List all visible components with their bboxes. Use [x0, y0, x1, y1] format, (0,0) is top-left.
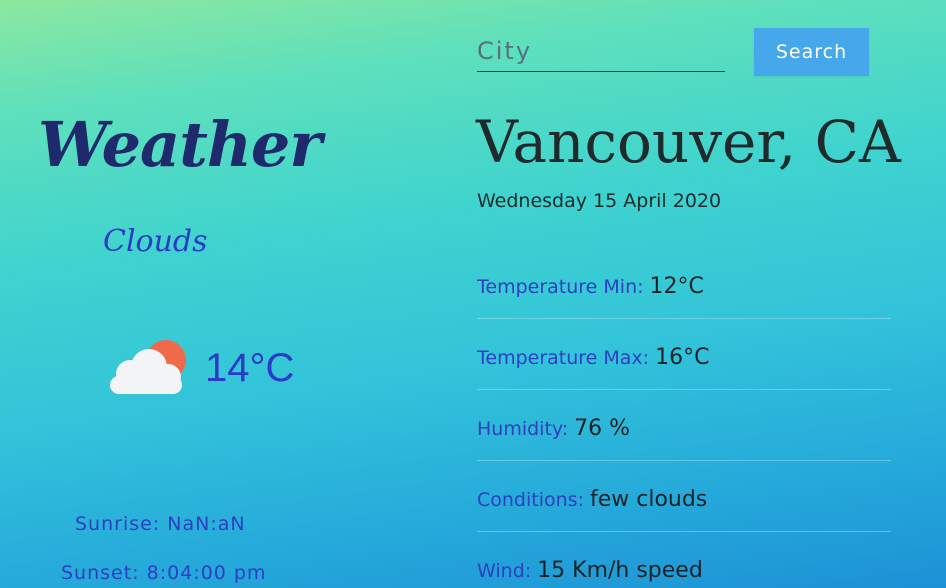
current-temperature: 14°C	[205, 346, 295, 390]
detail-value: 16°C	[655, 345, 710, 370]
detail-label: Wind:	[477, 560, 532, 582]
detail-row-wind: Wind: 15 Km/h speed	[477, 532, 891, 588]
main-condition: Clouds	[103, 224, 208, 259]
detail-value: 76 %	[574, 416, 631, 441]
sunrise-text: Sunrise: NaN:aN	[75, 513, 246, 535]
detail-row-conditions: Conditions: few clouds	[477, 461, 891, 532]
search-button[interactable]: Search	[754, 28, 869, 76]
detail-row-temp-max: Temperature Max: 16°C	[477, 319, 891, 390]
detail-label: Humidity:	[477, 418, 569, 440]
date-text: Wednesday 15 April 2020	[477, 190, 722, 212]
detail-label: Temperature Max:	[477, 347, 650, 369]
sunset-text: Sunset: 8:04:00 pm	[61, 562, 267, 584]
detail-label: Conditions:	[477, 489, 584, 511]
detail-value: 12°C	[649, 274, 704, 299]
partly-cloudy-icon	[110, 340, 186, 394]
detail-value: few clouds	[589, 487, 708, 512]
city-title: Vancouver, CA	[476, 108, 901, 176]
detail-value: 15 Km/h speed	[537, 558, 703, 583]
detail-label: Temperature Min:	[477, 276, 644, 298]
city-search-input[interactable]	[477, 30, 725, 72]
weather-details-list: Temperature Min: 12°C Temperature Max: 16°…	[477, 248, 891, 588]
app-logo: Weather	[38, 108, 322, 181]
summary-panel: Weather Clouds 14°C Sunrise: NaN:aN Suns…	[0, 0, 440, 588]
detail-row-temp-min: Temperature Min: 12°C	[477, 248, 891, 319]
detail-row-humidity: Humidity: 76 %	[477, 390, 891, 461]
